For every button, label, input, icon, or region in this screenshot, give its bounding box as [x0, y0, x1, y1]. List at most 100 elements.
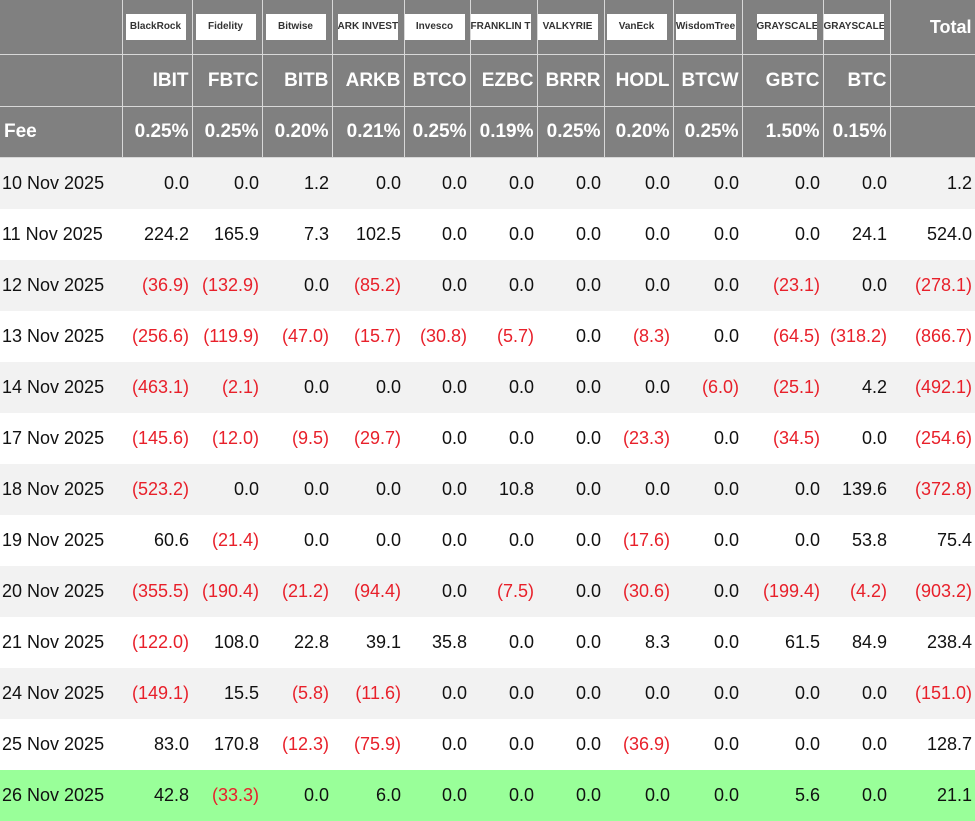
- flow-cell: 0.0: [673, 413, 742, 464]
- flow-cell: 0.0: [537, 157, 604, 209]
- flow-cell: 0.0: [470, 260, 537, 311]
- fee-row: Fee 0.25% 0.25% 0.20% 0.21% 0.25% 0.19% 0.25% 0…: [0, 106, 975, 158]
- flow-cell: 0.0: [404, 413, 470, 464]
- flow-cell: 15.5: [192, 668, 262, 719]
- flow-cell: (75.9): [332, 719, 404, 770]
- table-row: 20 Nov 2025 (355.5) (190.4) (21.2) (94.4) 0.0…: [0, 566, 975, 617]
- flow-cell: 10.8: [470, 464, 537, 515]
- flow-cell: 22.8: [262, 617, 332, 668]
- flow-cell: 0.0: [404, 464, 470, 515]
- flow-cell: 0.0: [673, 464, 742, 515]
- flow-cell: 0.0: [673, 515, 742, 566]
- flow-cell: 1.2: [262, 157, 332, 209]
- flow-cell: 0.0: [470, 515, 537, 566]
- flow-cell: 0.0: [823, 668, 890, 719]
- flow-cell: 0.0: [604, 157, 673, 209]
- flow-cell: (30.6): [604, 566, 673, 617]
- issuer-logo: ARK INVEST: [337, 14, 398, 40]
- ticker-header: FBTC: [192, 54, 263, 107]
- flow-cell: 0.0: [470, 617, 537, 668]
- fee-value: 0.25%: [673, 106, 743, 158]
- flow-cell: 0.0: [604, 668, 673, 719]
- flow-cell: 0.0: [262, 770, 332, 821]
- table-row: 14 Nov 2025 (463.1) (2.1) 0.0 0.0 0.0 0.0 0.0 0.…: [0, 362, 975, 413]
- flow-cell: 0.0: [673, 719, 742, 770]
- date-cell: 24 Nov 2025: [0, 668, 122, 719]
- flow-cell: (145.6): [122, 413, 192, 464]
- corner-cell: [0, 54, 123, 107]
- issuer-logo-row: BlackRock Fidelity Bitwise ARK INVEST Invesc…: [0, 0, 975, 55]
- issuer-logo: GRAYSCALE: [823, 14, 884, 40]
- total-cell: (254.6): [890, 413, 975, 464]
- flow-cell: 60.6: [122, 515, 192, 566]
- issuer-logo-cell: WisdomTree: [673, 0, 743, 55]
- flow-cell: 0.0: [673, 566, 742, 617]
- flow-cell: 0.0: [537, 719, 604, 770]
- issuer-logo: Fidelity: [195, 14, 256, 40]
- total-cell: (903.2): [890, 566, 975, 617]
- flow-cell: (9.5): [262, 413, 332, 464]
- flow-cell: 0.0: [673, 617, 742, 668]
- total-fee-cell: [890, 106, 975, 158]
- flow-cell: 0.0: [537, 260, 604, 311]
- flow-cell: (21.2): [262, 566, 332, 617]
- flow-cell: 0.0: [404, 157, 470, 209]
- total-header: Total: [890, 0, 975, 55]
- total-cell: (866.7): [890, 311, 975, 362]
- flow-cell: 0.0: [404, 566, 470, 617]
- flow-cell: 0.0: [537, 311, 604, 362]
- flow-cell: (29.7): [332, 413, 404, 464]
- total-cell: (372.8): [890, 464, 975, 515]
- ticker-header: IBIT: [122, 54, 193, 107]
- flow-cell: 102.5: [332, 209, 404, 260]
- date-cell: 17 Nov 2025: [0, 413, 122, 464]
- flow-cell: 4.2: [823, 362, 890, 413]
- flow-cell: 0.0: [332, 362, 404, 413]
- flow-cell: 0.0: [192, 157, 262, 209]
- issuer-logo-cell: GRAYSCALE: [823, 0, 891, 55]
- fee-value: 0.25%: [537, 106, 605, 158]
- flow-cell: 0.0: [604, 770, 673, 821]
- flow-cell: 0.0: [604, 362, 673, 413]
- flow-cell: 0.0: [742, 515, 823, 566]
- flow-cell: (355.5): [122, 566, 192, 617]
- flow-cell: 0.0: [404, 362, 470, 413]
- ticker-header: BTC: [823, 54, 891, 107]
- flow-cell: (17.6): [604, 515, 673, 566]
- total-cell: 128.7: [890, 719, 975, 770]
- total-cell: (278.1): [890, 260, 975, 311]
- flow-cell: (25.1): [742, 362, 823, 413]
- fee-value: 0.21%: [332, 106, 405, 158]
- flow-cell: 0.0: [470, 362, 537, 413]
- flow-cell: 0.0: [823, 719, 890, 770]
- flow-cell: (33.3): [192, 770, 262, 821]
- table-row: 11 Nov 2025 224.2 165.9 7.3 102.5 0.0 0.0 0.0 0.…: [0, 209, 975, 260]
- flow-cell: (523.2): [122, 464, 192, 515]
- flow-cell: 0.0: [404, 260, 470, 311]
- date-cell: 19 Nov 2025: [0, 515, 122, 566]
- ticker-row: IBIT FBTC BITB ARKB BTCO EZBC BRRR HODL BTCW GBTC…: [0, 54, 975, 107]
- flow-cell: 108.0: [192, 617, 262, 668]
- flow-cell: 0.0: [470, 719, 537, 770]
- flow-cell: 0.0: [404, 209, 470, 260]
- flow-cell: (64.5): [742, 311, 823, 362]
- flow-cell: 35.8: [404, 617, 470, 668]
- flow-cell: (6.0): [673, 362, 742, 413]
- fee-label: Fee: [0, 106, 123, 158]
- flow-cell: 0.0: [604, 464, 673, 515]
- flow-cell: 0.0: [470, 209, 537, 260]
- flow-cell: 0.0: [404, 770, 470, 821]
- total-cell: 21.1: [890, 770, 975, 821]
- ticker-header: BITB: [262, 54, 333, 107]
- flow-cell: 0.0: [742, 209, 823, 260]
- flow-cell: 224.2: [122, 209, 192, 260]
- flow-cell: 0.0: [742, 719, 823, 770]
- fee-value: 0.25%: [192, 106, 263, 158]
- issuer-logo: Invesco: [404, 14, 465, 40]
- flow-cell: 0.0: [823, 260, 890, 311]
- flow-cell: 0.0: [262, 260, 332, 311]
- date-cell: 12 Nov 2025: [0, 260, 122, 311]
- flow-cell: 7.3: [262, 209, 332, 260]
- flow-cell: (318.2): [823, 311, 890, 362]
- issuer-logo-cell: BlackRock: [122, 0, 193, 55]
